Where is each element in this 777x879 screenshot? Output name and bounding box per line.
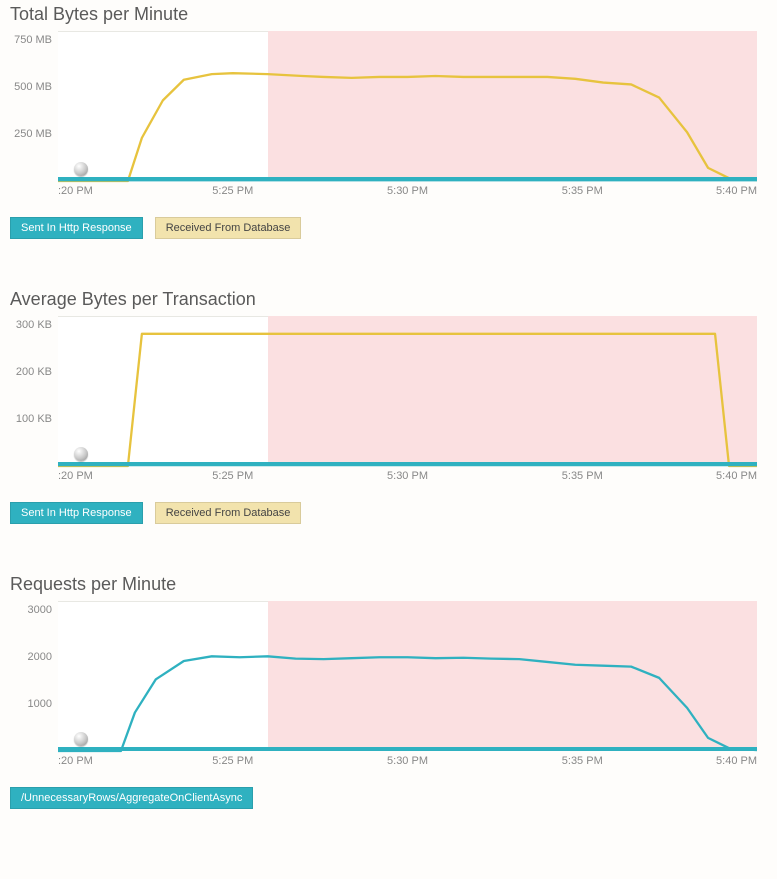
y-tick-label: 250 MB <box>14 128 58 140</box>
x-axis: :20 PM 5:25 PM 5:30 PM 5:35 PM 5:40 PM <box>58 185 757 203</box>
baseline <box>58 747 757 751</box>
chart-avg_bytes: Average Bytes per Transaction300 KB200 K… <box>10 289 767 524</box>
x-axis: :20 PM 5:25 PM 5:30 PM 5:35 PM 5:40 PM <box>58 470 757 488</box>
plot-area[interactable]: 300 KB200 KB100 KB <box>58 316 757 466</box>
x-tick-label: 5:35 PM <box>562 755 603 767</box>
series-line <box>58 656 757 751</box>
plot-area[interactable]: 750 MB500 MB250 MB <box>58 31 757 181</box>
legend: Sent In Http Response Received From Datab… <box>10 502 767 524</box>
x-tick-label: 5:35 PM <box>562 470 603 482</box>
y-tick-label: 1000 <box>28 698 58 710</box>
baseline <box>58 177 757 181</box>
chart-requests: Requests per Minute300020001000:20 PM5:2… <box>10 574 767 809</box>
slider-knob-icon[interactable] <box>74 447 88 461</box>
y-tick-label: 300 KB <box>16 319 58 331</box>
x-tick-label: :20 PM <box>58 470 93 482</box>
x-tick-label: 5:40 PM <box>716 470 757 482</box>
chart-title: Average Bytes per Transaction <box>10 289 767 310</box>
baseline <box>58 462 757 466</box>
plot-area[interactable]: 300020001000 <box>58 601 757 751</box>
y-tick-label: 3000 <box>28 604 58 616</box>
chart-lines <box>58 601 757 751</box>
y-tick-label: 200 KB <box>16 366 58 378</box>
legend-item[interactable]: Received From Database <box>155 217 302 239</box>
slider-knob-icon[interactable] <box>74 162 88 176</box>
slider-knob-icon[interactable] <box>74 732 88 746</box>
chart-lines <box>58 31 757 181</box>
chart-title: Total Bytes per Minute <box>10 4 767 25</box>
legend-item[interactable]: Received From Database <box>155 502 302 524</box>
x-tick-label: 5:30 PM <box>387 755 428 767</box>
x-tick-label: 5:30 PM <box>387 470 428 482</box>
x-tick-label: 5:40 PM <box>716 185 757 197</box>
y-tick-label: 750 MB <box>14 34 58 46</box>
y-tick-label: 100 KB <box>16 413 58 425</box>
series-line <box>58 334 757 466</box>
x-tick-label: :20 PM <box>58 755 93 767</box>
y-tick-label: 500 MB <box>14 81 58 93</box>
chart-title: Requests per Minute <box>10 574 767 595</box>
x-tick-label: :20 PM <box>58 185 93 197</box>
legend-item[interactable]: Sent In Http Response <box>10 217 143 239</box>
x-tick-label: 5:40 PM <box>716 755 757 767</box>
x-tick-label: 5:25 PM <box>212 755 253 767</box>
x-tick-label: 5:25 PM <box>212 470 253 482</box>
x-tick-label: 5:35 PM <box>562 185 603 197</box>
x-axis: :20 PM 5:25 PM 5:30 PM 5:35 PM 5:40 PM <box>58 755 757 773</box>
y-tick-label: 2000 <box>28 651 58 663</box>
chart-total_bytes: Total Bytes per Minute750 MB500 MB250 MB… <box>10 4 767 239</box>
chart-lines <box>58 316 757 466</box>
legend: /UnnecessaryRows/AggregateOnClientAsync <box>10 787 767 809</box>
legend-item[interactable]: Sent In Http Response <box>10 502 143 524</box>
legend: Sent In Http Response Received From Datab… <box>10 217 767 239</box>
x-tick-label: 5:25 PM <box>212 185 253 197</box>
x-tick-label: 5:30 PM <box>387 185 428 197</box>
legend-item[interactable]: /UnnecessaryRows/AggregateOnClientAsync <box>10 787 253 809</box>
series-line <box>58 73 757 181</box>
